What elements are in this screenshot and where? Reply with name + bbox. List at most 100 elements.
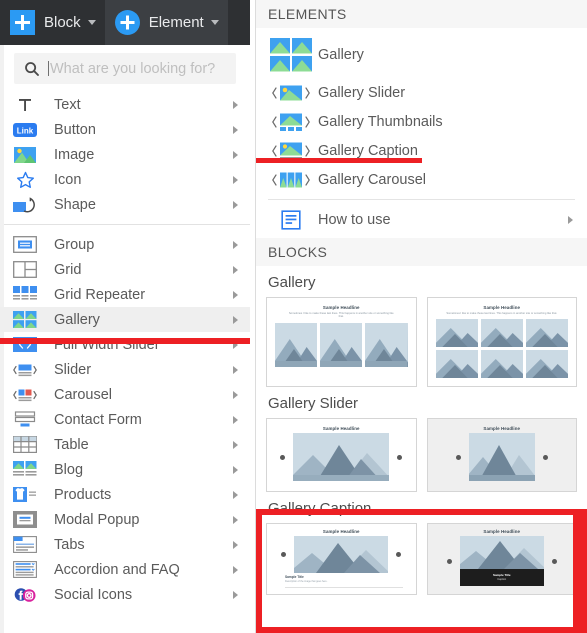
sidebar-item-table[interactable]: Table — [0, 432, 250, 457]
sidebar-item-accordion-faq[interactable]: Accordion and FAQ — [0, 557, 250, 582]
add-element-button[interactable]: Element — [104, 0, 228, 45]
caption-text: Caption — [497, 578, 507, 582]
add-element-label: Element — [148, 14, 204, 31]
svg-text:Link: Link — [17, 126, 34, 135]
thumb-gallery-grid — [435, 319, 569, 379]
sidebar-item-image[interactable]: Image — [0, 142, 250, 167]
block-thumbnail[interactable]: Sample Headline Sometimes I like to make… — [266, 297, 417, 388]
sidebar-item-blog[interactable]: Blog — [0, 457, 250, 482]
panel-divider — [250, 0, 256, 633]
sidebar-label: Accordion and FAQ — [54, 561, 180, 578]
modal-popup-icon — [12, 510, 38, 530]
element-item-gallery[interactable]: Gallery — [256, 32, 587, 78]
grid-repeater-icon — [12, 285, 38, 305]
thumb-headline: Sample Headline — [483, 305, 521, 310]
sidebar-item-carousel[interactable]: Carousel — [0, 382, 250, 407]
sidebar-item-shape[interactable]: Shape — [0, 192, 250, 217]
sidebar-item-text[interactable]: Text — [0, 92, 250, 117]
element-label: Gallery Caption — [318, 142, 418, 159]
top-toolbar: Block Element — [0, 0, 250, 45]
element-label: Gallery Thumbnails — [318, 113, 443, 130]
gallery-icon — [12, 310, 38, 330]
sidebar-item-products[interactable]: Products — [0, 482, 250, 507]
element-label: How to use — [318, 211, 391, 228]
sidebar-item-button[interactable]: Link Button — [0, 117, 250, 142]
sidebar-item-social-icons[interactable]: Social Icons — [0, 582, 250, 607]
slider-next-dot — [396, 552, 402, 558]
block-thumbnail[interactable]: Sample Headline Sample Title Caption — [426, 523, 577, 596]
blog-icon — [12, 460, 38, 480]
element-item-gallery-slider[interactable]: Gallery Slider — [256, 78, 587, 107]
block-thumb-row: Sample Headline Sample Headline — [266, 418, 577, 493]
sidebar-label: Grid Repeater — [54, 286, 146, 303]
sidebar-label: Contact Form — [54, 411, 142, 428]
slider-next-dot — [542, 454, 548, 460]
block-group-gallery: Gallery Sample Headline Sometimes I like… — [256, 274, 587, 388]
mountain-image — [459, 536, 544, 570]
sidebar-item-grid[interactable]: Grid — [0, 257, 250, 282]
sidebar-label: Modal Popup — [54, 511, 140, 528]
mountain-image — [480, 350, 523, 379]
chevron-right-icon — [233, 365, 238, 374]
block-group-title: Gallery Caption — [268, 500, 372, 518]
slider-preview — [275, 433, 408, 482]
search-input[interactable]: What are you looking for? — [14, 53, 236, 84]
block-thumbnail[interactable]: Sample Headline Sample Title Description… — [266, 523, 417, 596]
sidebar-item-modal-popup[interactable]: Modal Popup — [0, 507, 250, 532]
sidebar-item-grid-repeater[interactable]: Grid Repeater — [0, 282, 250, 307]
block-thumbnail[interactable]: Sample Headline — [266, 418, 417, 493]
block-group-title: Gallery Slider — [268, 395, 359, 413]
app-root: Block Element What are you looking for? — [0, 0, 587, 633]
sidebar-item-slider[interactable]: Slider — [0, 357, 250, 382]
sidebar-item-contact-form[interactable]: Contact Form — [0, 407, 250, 432]
block-thumb-row: Sample Headline Sample Title Description… — [266, 523, 577, 596]
tabs-icon — [12, 535, 38, 555]
thumb-headline: Sample Headline — [483, 426, 521, 432]
plus-square-icon — [10, 10, 35, 35]
sidebar-item-tabs[interactable]: Tabs — [0, 532, 250, 557]
mountain-image — [525, 319, 569, 348]
sidebar-label: Shape — [54, 196, 96, 213]
search-icon — [24, 61, 40, 77]
chevron-right-icon — [233, 100, 238, 109]
block-thumbnail[interactable]: Sample Headline — [426, 418, 577, 493]
slider-next-dot — [397, 454, 403, 460]
element-item-gallery-thumbnails[interactable]: Gallery Thumbnails — [256, 107, 587, 136]
menu-divider — [0, 224, 250, 225]
element-item-how-to-use[interactable]: How to use — [256, 205, 587, 234]
social-icons-icon — [12, 585, 38, 605]
blocks-section-header: BLOCKS — [256, 238, 587, 266]
slider-preview — [274, 536, 409, 574]
mountain-image — [468, 433, 535, 482]
blocks-list: Gallery Sample Headline Sometimes I like… — [256, 274, 587, 596]
annotation-underline-gallery-caption — [256, 158, 422, 163]
add-block-button[interactable]: Block — [0, 0, 105, 45]
chevron-right-icon — [233, 440, 238, 449]
block-group-gallery-slider: Gallery Slider Sample Headline Sample He… — [256, 395, 587, 493]
thumb-subtext: Sometimes I like to make these last line… — [288, 312, 394, 319]
chevron-right-icon — [233, 465, 238, 474]
image-icon — [12, 145, 38, 165]
sidebar-label: Tabs — [54, 536, 85, 553]
element-label: Gallery Slider — [318, 84, 406, 101]
gallery-grid-icon — [268, 38, 314, 72]
sidebar-item-group[interactable]: Group — [0, 232, 250, 257]
accordion-faq-icon — [12, 560, 38, 580]
sidebar-menu: Text Link Button Image Icon Shape Group … — [0, 92, 250, 607]
gallery-carousel-icon — [268, 169, 314, 191]
sidebar-item-icon[interactable]: Icon — [0, 167, 250, 192]
slider-prev-dot — [455, 454, 461, 460]
block-thumbnail[interactable]: Sample Headline Sometimes I like to make… — [426, 297, 577, 388]
mountain-image — [293, 433, 390, 482]
sidebar-item-gallery[interactable]: Gallery — [0, 307, 250, 332]
element-item-gallery-carousel[interactable]: Gallery Carousel — [256, 165, 587, 194]
caption-text: Description of the image that goes here. — [285, 580, 328, 584]
sidebar-item-full-width-slider[interactable]: Full Width Slider — [0, 332, 250, 357]
elements-section-header: ELEMENTS — [256, 0, 587, 28]
element-label: Gallery Carousel — [318, 171, 426, 188]
thumb-headline: Sample Headline — [322, 305, 360, 310]
block-group-title: Gallery — [268, 274, 316, 291]
table-icon — [12, 435, 38, 455]
chevron-right-icon — [233, 265, 238, 274]
chevron-down-icon — [87, 20, 96, 25]
